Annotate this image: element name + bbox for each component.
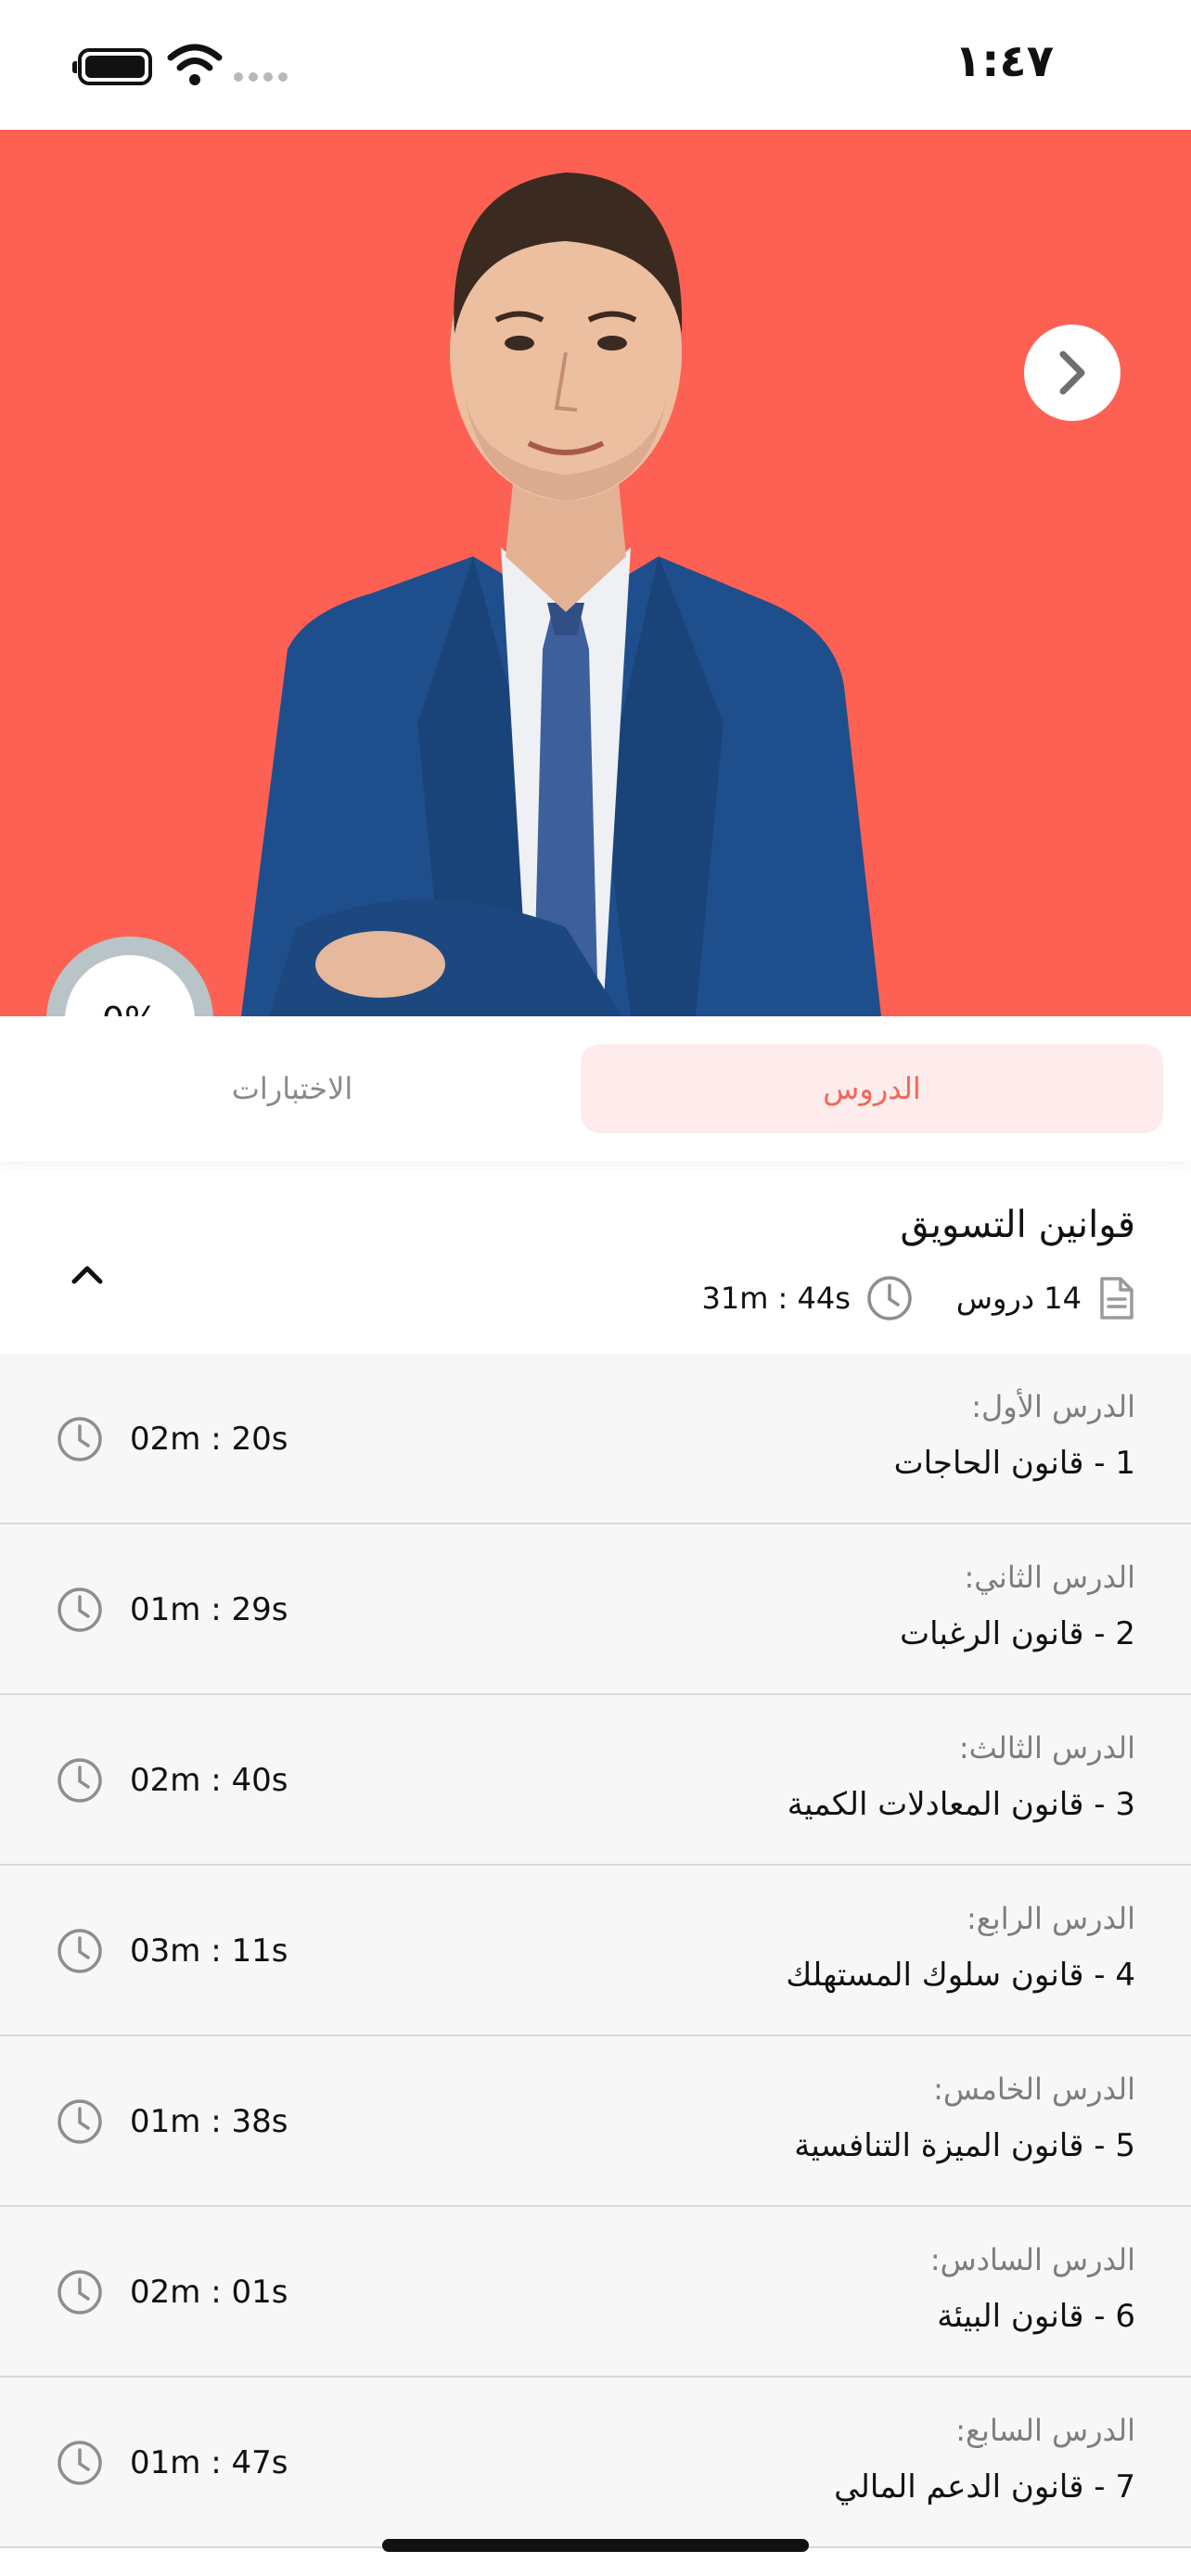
clock-icon bbox=[58, 2441, 102, 2485]
lesson-subtitle: الدرس الرابع: bbox=[966, 1901, 1135, 1936]
lesson-duration: 03m : 11s bbox=[130, 1932, 288, 1970]
lesson-title: 7 - قانون الدعم المالي bbox=[834, 2468, 1135, 2506]
lesson-title: 1 - قانون الحاجات bbox=[893, 1445, 1135, 1482]
lesson-duration: 02m : 20s bbox=[130, 1421, 288, 1458]
next-button[interactable] bbox=[1024, 325, 1121, 421]
lesson-subtitle: الدرس السابع: bbox=[955, 2413, 1135, 2448]
lesson-duration: 01m : 38s bbox=[130, 2103, 288, 2140]
lesson-subtitle: الدرس الثاني: bbox=[964, 1560, 1135, 1595]
section-header[interactable]: قوانين التسويق 14 دروس 31m : 44s bbox=[0, 1170, 1191, 1354]
clock-icon bbox=[58, 1929, 102, 1973]
progress-label: 0% bbox=[65, 955, 195, 1016]
lesson-subtitle: الدرس الأول: bbox=[971, 1389, 1135, 1424]
clock-icon bbox=[58, 1588, 102, 1632]
tab-lessons[interactable]: الدروس bbox=[581, 1044, 1163, 1133]
lesson-duration: 02m : 40s bbox=[130, 1762, 288, 1799]
lesson-title: 6 - قانون البيئة bbox=[937, 2298, 1135, 2335]
tab-tests[interactable]: الاختبارات bbox=[28, 1044, 557, 1133]
lesson-title: 4 - قانون سلوك المستهلك bbox=[786, 1957, 1135, 1994]
tab-bar: الدروس الاختبارات bbox=[0, 1016, 1191, 1161]
lesson-duration: 01m : 29s bbox=[130, 1591, 288, 1628]
lesson-list: الدرس الأول: 1 - قانون الحاجات 02m : 20s… bbox=[0, 1354, 1191, 2548]
lesson-item[interactable]: الدرس السادس: 6 - قانون البيئة 02m : 01s bbox=[0, 2207, 1191, 2378]
lesson-title: 3 - قانون المعادلات الكمية bbox=[787, 1786, 1135, 1823]
progress-indicator: 0% bbox=[46, 937, 213, 1016]
lesson-duration: 01m : 47s bbox=[130, 2444, 288, 2481]
clock-icon bbox=[867, 1276, 912, 1320]
section-meta: 14 دروس 31m : 44s bbox=[701, 1274, 1135, 1322]
clock-icon bbox=[58, 1758, 102, 1803]
lesson-item[interactable]: الدرس الخامس: 5 - قانون الميزة التنافسية… bbox=[0, 2036, 1191, 2207]
home-indicator[interactable] bbox=[382, 2539, 809, 2552]
cellular-signal-icon bbox=[234, 72, 288, 82]
lesson-item[interactable]: الدرس السابع: 7 - قانون الدعم المالي 01m… bbox=[0, 2378, 1191, 2548]
lesson-subtitle: الدرس الخامس: bbox=[933, 2072, 1135, 2107]
document-icon bbox=[1100, 1277, 1133, 1320]
lesson-item[interactable]: الدرس الأول: 1 - قانون الحاجات 02m : 20s bbox=[0, 1354, 1191, 1524]
wifi-icon bbox=[167, 44, 223, 85]
lesson-item[interactable]: الدرس الرابع: 4 - قانون سلوك المستهلك 03… bbox=[0, 1866, 1191, 2036]
clock-icon bbox=[58, 2270, 102, 2315]
battery-icon bbox=[72, 48, 152, 85]
lesson-subtitle: الدرس الثالث: bbox=[958, 1730, 1135, 1766]
course-hero: 0% bbox=[0, 130, 1191, 1016]
instructor-photo bbox=[241, 172, 881, 1016]
lesson-duration: 02m : 01s bbox=[130, 2274, 288, 2311]
chevron-right-icon bbox=[1059, 351, 1085, 395]
lesson-item[interactable]: الدرس الثالث: 3 - قانون المعادلات الكمية… bbox=[0, 1695, 1191, 1866]
clock-icon bbox=[58, 2099, 102, 2144]
lesson-title: 5 - قانون الميزة التنافسية bbox=[794, 2127, 1135, 2164]
lesson-subtitle: الدرس السادس: bbox=[929, 2242, 1135, 2277]
status-bar: ١:٤٧ bbox=[0, 0, 1191, 130]
lesson-title: 2 - قانون الرغبات bbox=[900, 1615, 1135, 1652]
chevron-up-icon[interactable] bbox=[69, 1256, 106, 1293]
status-time: ١:٤٧ bbox=[954, 35, 1054, 87]
lesson-item[interactable]: الدرس الثاني: 2 - قانون الرغبات 01m : 29… bbox=[0, 1524, 1191, 1695]
lessons-count: 14 دروس bbox=[955, 1281, 1082, 1316]
section-duration: 31m : 44s bbox=[701, 1281, 851, 1316]
clock-icon bbox=[58, 1417, 102, 1461]
section-title: قوانين التسويق bbox=[900, 1204, 1135, 1246]
